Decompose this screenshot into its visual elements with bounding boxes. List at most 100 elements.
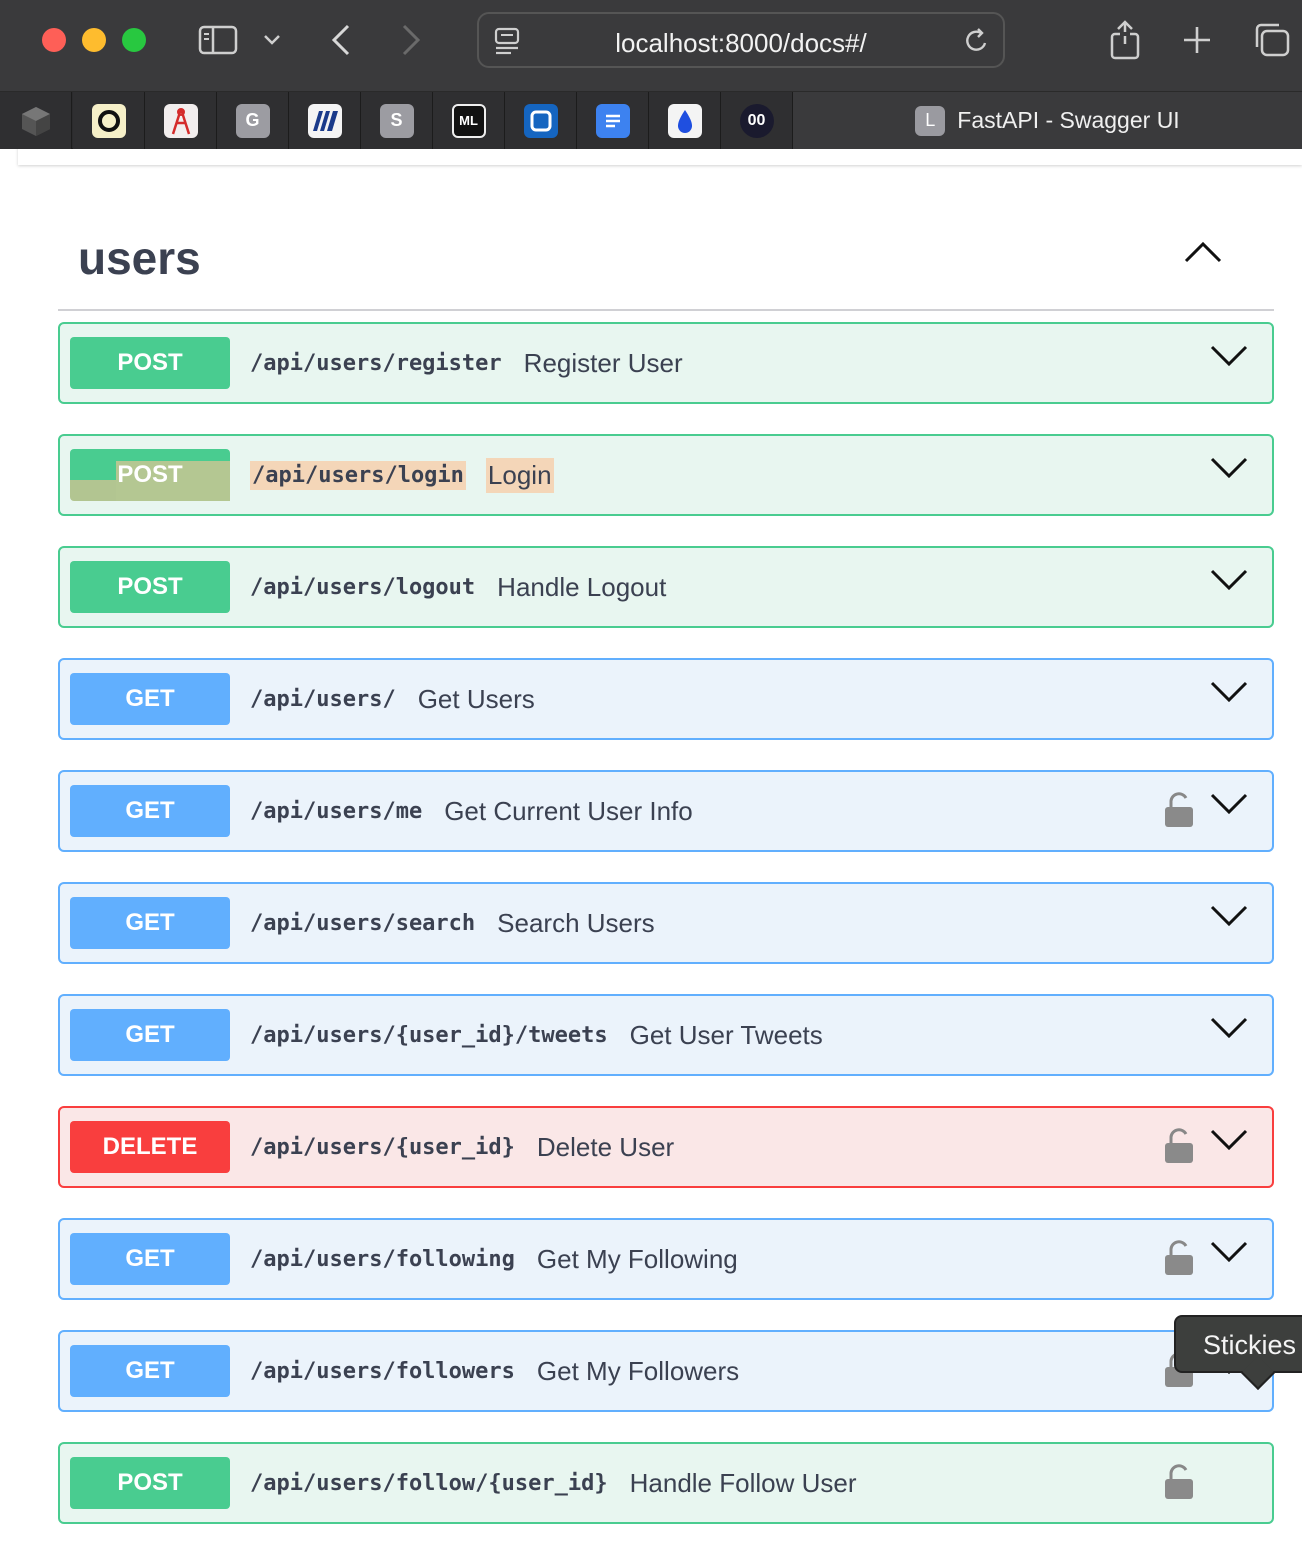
- pinned-tab[interactable]: 00: [721, 92, 793, 149]
- endpoint-summary: Handle Logout: [497, 571, 667, 602]
- endpoint-summary: Delete User: [536, 1131, 675, 1162]
- url-text[interactable]: localhost:8000/docs#/: [479, 28, 1003, 59]
- zoom-window-button[interactable]: [122, 28, 146, 52]
- opblock-get-me[interactable]: GET /api/users/me Get Current User Info: [58, 770, 1274, 852]
- endpoint-path: /api/users/logout: [250, 574, 476, 600]
- stripes-logo-icon: [307, 103, 342, 138]
- pinned-tab[interactable]: S: [361, 92, 433, 149]
- endpoint-path: /api/users/{user_id}/tweets: [250, 1022, 608, 1048]
- endpoint-summary: Get Users: [417, 683, 535, 714]
- dark-cube-icon: [21, 106, 50, 136]
- endpoint-summary: Get Current User Info: [444, 795, 693, 826]
- pinned-tab[interactable]: ML: [433, 92, 505, 149]
- swagger-page: users POST /api/users/register Register …: [0, 149, 1302, 1546]
- method-badge: GET: [70, 1233, 230, 1285]
- minimize-window-button[interactable]: [82, 28, 106, 52]
- opblock-get-followers[interactable]: GET /api/users/followers Get My Follower…: [58, 1330, 1274, 1412]
- endpoint-path: /api/users/following: [250, 1246, 515, 1272]
- tab-title: FastAPI - Swagger UI: [957, 107, 1180, 133]
- endpoint-path: /api/users/{user_id}: [250, 1134, 515, 1160]
- address-bar[interactable]: localhost:8000/docs#/: [477, 12, 1005, 68]
- endpoint-summary: Get My Following: [536, 1243, 738, 1274]
- pinned-tab[interactable]: [289, 92, 361, 149]
- section-title: users: [78, 232, 201, 284]
- opblock-post-follow[interactable]: POST /api/users/follow/{user_id} Handle …: [58, 1442, 1274, 1524]
- method-badge: POST: [70, 1457, 230, 1509]
- chevron-down-icon[interactable]: [1210, 568, 1248, 595]
- reload-icon[interactable]: [963, 26, 991, 61]
- pinned-tab[interactable]: [73, 92, 145, 149]
- forward-icon[interactable]: [396, 16, 426, 64]
- users-section-header[interactable]: users: [58, 219, 1274, 311]
- close-window-button[interactable]: [42, 28, 66, 52]
- chevron-down-icon[interactable]: [1210, 1016, 1248, 1043]
- opblock-post-logout[interactable]: POST /api/users/logout Handle Logout: [58, 546, 1274, 628]
- active-tab[interactable]: L FastAPI - Swagger UI: [793, 92, 1302, 149]
- opblock-get-following[interactable]: GET /api/users/following Get My Followin…: [58, 1218, 1274, 1300]
- chevron-down-icon[interactable]: [1210, 792, 1248, 819]
- lock-icon[interactable]: [1164, 1240, 1194, 1281]
- chevron-down-icon[interactable]: [260, 16, 284, 64]
- opblock-get-users[interactable]: GET /api/users/ Get Users: [58, 658, 1274, 740]
- pinned-tab[interactable]: [577, 92, 649, 149]
- pinned-tab[interactable]: [0, 92, 72, 149]
- pinned-tab[interactable]: G: [217, 92, 289, 149]
- tab-favicon-icon: L: [915, 105, 946, 136]
- lock-icon[interactable]: [1164, 792, 1194, 833]
- endpoint-summary: Handle Follow User: [629, 1467, 857, 1498]
- method-badge: GET: [70, 1345, 230, 1397]
- method-badge: DELETE: [70, 1121, 230, 1173]
- chevron-down-icon[interactable]: [1210, 904, 1248, 931]
- ring-logo-icon: [91, 103, 126, 138]
- sidebar-toggle-icon[interactable]: [196, 16, 240, 64]
- endpoint-path: /api/users/register: [250, 350, 502, 376]
- opblock-post-login[interactable]: POST /api/users/login Login: [58, 434, 1274, 516]
- new-tab-icon[interactable]: [1180, 16, 1214, 64]
- chevron-down-icon[interactable]: [1210, 680, 1248, 707]
- method-badge: POST: [70, 337, 230, 389]
- opblock-get-search[interactable]: GET /api/users/search Search Users: [58, 882, 1274, 964]
- square-logo-icon: [523, 103, 558, 138]
- method-badge: GET: [70, 897, 230, 949]
- tower-logo-icon: [163, 103, 198, 138]
- chevron-down-icon[interactable]: [1210, 1128, 1248, 1155]
- endpoint-summary: Get My Followers: [536, 1355, 740, 1386]
- pinned-tab[interactable]: [649, 92, 721, 149]
- opblock-post-register[interactable]: POST /api/users/register Register User: [58, 322, 1274, 404]
- info-card: [18, 149, 1302, 165]
- method-badge: GET: [70, 1009, 230, 1061]
- chevron-down-icon[interactable]: [1210, 1240, 1248, 1267]
- endpoint-summary: Search Users: [497, 907, 655, 938]
- endpoint-summary: Get User Tweets: [629, 1019, 823, 1050]
- s-letter-icon: S: [379, 103, 414, 138]
- pinned-tab[interactable]: [505, 92, 577, 149]
- opblock-delete-user[interactable]: DELETE /api/users/{user_id} Delete User: [58, 1106, 1274, 1188]
- lock-icon[interactable]: [1164, 1464, 1194, 1505]
- endpoint-summary: Register User: [523, 347, 683, 378]
- chevron-down-icon[interactable]: [1210, 456, 1248, 483]
- docs-icon: [595, 103, 630, 138]
- opblock-get-user-tweets[interactable]: GET /api/users/{user_id}/tweets Get User…: [58, 994, 1274, 1076]
- endpoint-path: /api/users/followers: [250, 1358, 515, 1384]
- method-badge: GET: [70, 673, 230, 725]
- endpoint-summary: Login: [485, 457, 554, 493]
- chevron-up-icon[interactable]: [1184, 241, 1222, 268]
- share-icon[interactable]: [1108, 16, 1142, 64]
- g-letter-icon: G: [235, 103, 270, 138]
- pinned-tab[interactable]: [145, 92, 217, 149]
- chevron-down-icon[interactable]: [1210, 344, 1248, 371]
- endpoint-path: /api/users/: [250, 686, 396, 712]
- browser-toolbar: localhost:8000/docs#/: [0, 0, 1302, 92]
- method-badge: POST: [70, 449, 230, 501]
- method-badge: POST: [70, 561, 230, 613]
- endpoint-path: /api/users/follow/{user_id}: [250, 1470, 608, 1496]
- drop-icon: [667, 103, 702, 138]
- endpoint-path: /api/users/me: [250, 798, 423, 824]
- back-icon[interactable]: [326, 16, 356, 64]
- tab-overview-icon[interactable]: [1252, 16, 1292, 64]
- endpoint-path: /api/users/login: [250, 460, 466, 490]
- ml-logo-icon: ML: [451, 103, 486, 138]
- oo-logo-icon: 00: [739, 103, 774, 138]
- lock-icon[interactable]: [1164, 1128, 1194, 1169]
- tab-bar: G S ML 00 L FastAPI - Swagger UI: [0, 92, 1302, 149]
